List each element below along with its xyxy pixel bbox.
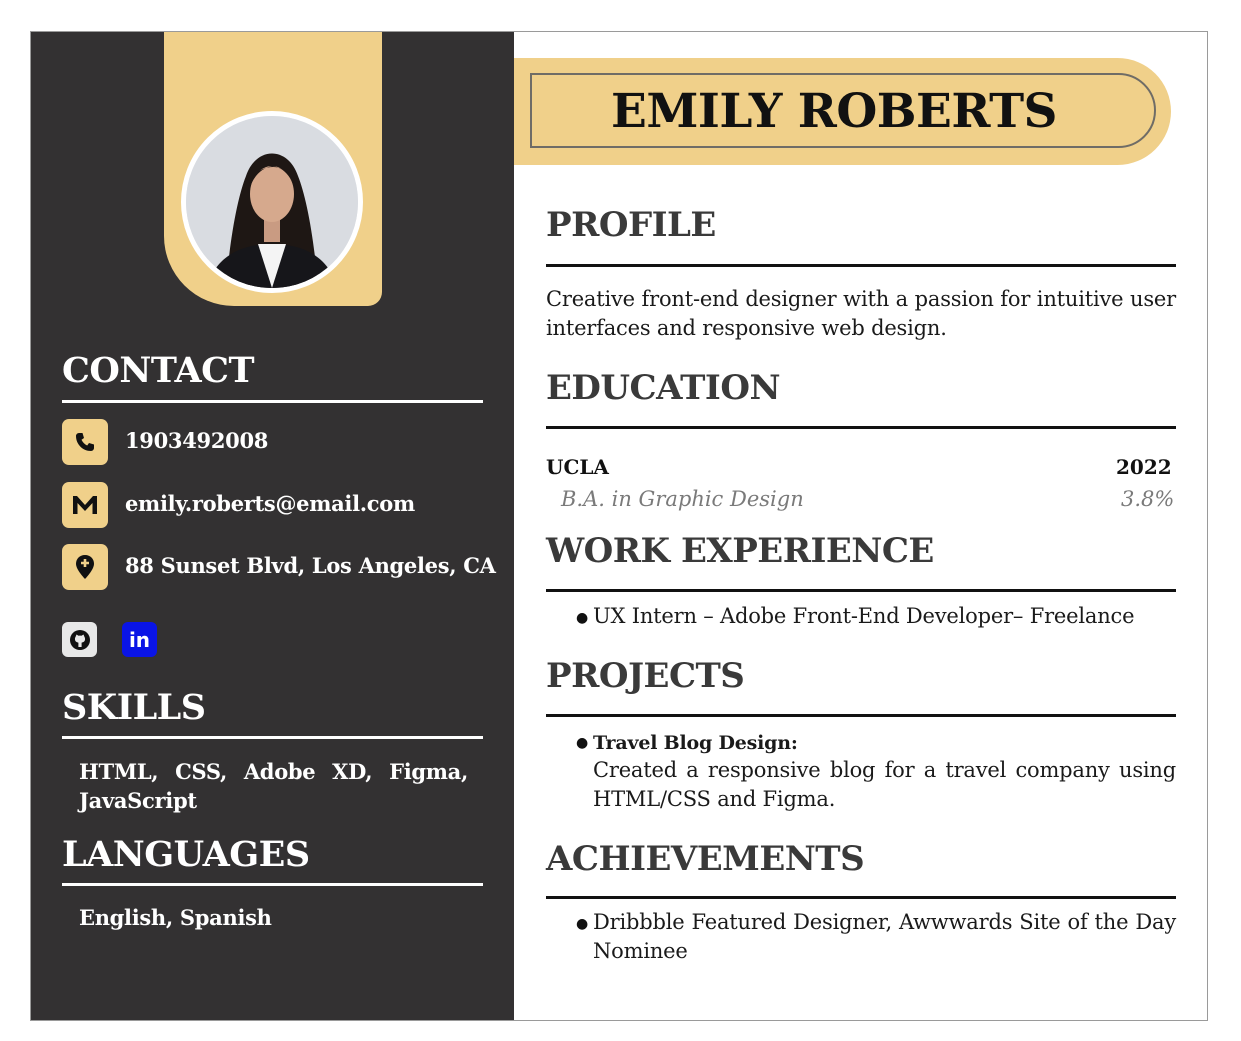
phone-icon <box>62 419 108 465</box>
skills-heading: SKILLS <box>62 687 206 728</box>
projects-heading: PROJECTS <box>546 656 745 696</box>
education-heading: EDUCATION <box>546 368 781 408</box>
languages-heading: LANGUAGES <box>62 834 310 875</box>
resume-page: CONTACT 1903492008 emily.roberts@email.c… <box>30 31 1208 1021</box>
achievement-bullet: ● <box>576 916 589 932</box>
work-heading: WORK EXPERIENCE <box>546 531 934 571</box>
education-gpa: 3.8% <box>1121 487 1175 511</box>
contact-phone: 1903492008 <box>125 428 269 453</box>
work-item: UX Intern – Adobe Front-End Developer– F… <box>593 604 1135 628</box>
sidebar: CONTACT 1903492008 emily.roberts@email.c… <box>31 32 514 1020</box>
projects-divider <box>546 714 1176 717</box>
contact-email: emily.roberts@email.com <box>125 491 415 516</box>
profile-heading: PROFILE <box>546 205 716 245</box>
work-bullet: ● <box>576 610 589 626</box>
skills-divider <box>62 736 483 739</box>
contact-address: 88 Sunset Blvd, Los Angeles, CA <box>125 553 496 578</box>
email-icon <box>62 482 108 528</box>
contact-heading: CONTACT <box>62 350 255 391</box>
achievements-heading: ACHIEVEMENTS <box>546 839 865 879</box>
portrait-illustration <box>186 116 358 288</box>
skills-text: HTML, CSS, Adobe XD, Figma, JavaScript <box>79 759 468 813</box>
profile-text: Creative front-end designer with a passi… <box>546 287 1176 340</box>
education-year: 2022 <box>1116 455 1172 479</box>
candidate-name: EMILY ROBERTS <box>611 84 1058 139</box>
linkedin-icon[interactable]: in <box>122 622 157 657</box>
contact-divider <box>62 400 483 403</box>
github-icon[interactable] <box>62 622 97 657</box>
project-title: Travel Blog Design: <box>593 732 798 754</box>
project-bullet: ● <box>576 735 589 751</box>
profile-divider <box>546 264 1176 267</box>
education-school: UCLA <box>546 455 609 479</box>
achievement-item: Dribbble Featured Designer, Awwwards Sit… <box>593 910 1176 963</box>
profile-photo <box>181 111 363 293</box>
education-degree: B.A. in Graphic Design <box>561 487 804 511</box>
languages-divider <box>62 883 483 886</box>
work-divider <box>546 589 1176 592</box>
linkedin-glyph: in <box>128 627 151 652</box>
location-icon <box>62 544 108 590</box>
project-description: Created a responsive blog for a travel c… <box>593 758 1176 811</box>
achievements-divider <box>546 896 1176 899</box>
languages-text: English, Spanish <box>79 905 272 930</box>
education-divider <box>546 426 1176 429</box>
